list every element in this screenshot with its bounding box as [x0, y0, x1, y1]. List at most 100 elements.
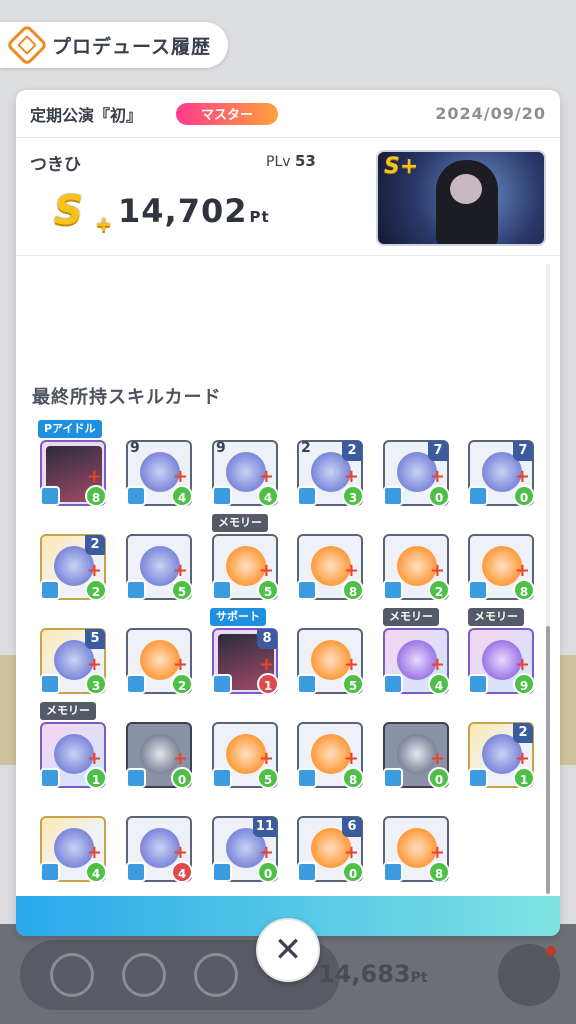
card-tag-support: サポート — [210, 608, 266, 626]
idol-face — [450, 174, 482, 204]
card-type-icon — [297, 486, 317, 506]
menu-icon — [498, 944, 560, 1006]
plv-value: 53 — [294, 152, 316, 170]
score-value: 14,702 — [118, 192, 248, 230]
skill-card[interactable]: +6 0 — [297, 816, 364, 883]
upgrade-plus-icon: + — [429, 654, 445, 675]
skill-card[interactable]: +1 — [40, 722, 107, 789]
card-type-icon — [212, 862, 232, 882]
card-tag-memory: メモリー — [383, 608, 439, 626]
card-cost-badge: 5 — [257, 579, 279, 601]
card-tag-memory: メモリー — [212, 514, 268, 532]
screen-header: プロデュース履歴 — [0, 22, 228, 68]
card-type-icon — [126, 674, 146, 694]
skill-card[interactable]: +2 — [383, 534, 450, 601]
card-cost-badge: 9 — [513, 673, 535, 695]
card-cost-badge: 8 — [342, 767, 364, 789]
upgrade-plus-icon: + — [429, 842, 445, 863]
card-type-icon — [126, 768, 146, 788]
card-type-icon — [297, 580, 317, 600]
scroll-area[interactable]: 最終所持スキルカード Pアイドル +8 +9 4 +9 4 +2 2 3 +7 0 +7 0 +2 2 +5 メ… — [16, 260, 560, 896]
skill-card[interactable]: +8 — [468, 534, 535, 601]
skill-card[interactable]: +5 — [126, 534, 193, 601]
skill-card[interactable]: +8 1 — [212, 628, 279, 695]
skill-card[interactable]: +8 — [297, 722, 364, 789]
card-type-icon — [40, 862, 60, 882]
card-cost-badge: 1 — [257, 673, 279, 695]
skill-card[interactable]: +9 4 — [126, 440, 193, 507]
card-cost-badge: 4 — [257, 485, 279, 507]
skill-card[interactable]: +8 — [297, 534, 364, 601]
card-tag-memory: メモリー — [40, 702, 96, 720]
card-cost-badge: 1 — [513, 767, 535, 789]
skill-card[interactable]: +0 — [126, 722, 193, 789]
skill-card[interactable]: +5 — [212, 534, 279, 601]
card-cost-badge: 5 — [257, 767, 279, 789]
upgrade-plus-icon: + — [514, 466, 530, 487]
skill-card[interactable]: +7 0 — [383, 440, 450, 507]
card-type-icon — [468, 486, 488, 506]
card-type-icon — [383, 486, 403, 506]
card-cost-badge: 0 — [428, 485, 450, 507]
card-count-badge: 6 — [342, 817, 362, 837]
upgrade-plus-icon: + — [258, 748, 274, 769]
upgrade-plus-icon: + — [86, 748, 102, 769]
produce-logo-icon — [5, 23, 49, 67]
skill-card[interactable]: +2 2 3 — [297, 440, 364, 507]
skill-card[interactable]: +9 — [468, 628, 535, 695]
card-cost-badge: 4 — [171, 861, 193, 883]
skill-card[interactable]: +7 0 — [468, 440, 535, 507]
card-type-icon — [126, 862, 146, 882]
card-cost-badge: 4 — [428, 673, 450, 695]
upgrade-plus-icon: + — [86, 842, 102, 863]
upgrade-plus-icon: + — [258, 842, 274, 863]
card-type-icon — [297, 674, 317, 694]
skill-card[interactable]: +4 — [126, 816, 193, 883]
skill-card[interactable]: +4 — [383, 628, 450, 695]
upgrade-plus-icon: + — [429, 466, 445, 487]
card-type-icon — [126, 580, 146, 600]
card-cost-badge: 2 — [428, 579, 450, 601]
skill-card[interactable]: +2 — [126, 628, 193, 695]
card-cost-badge: 3 — [342, 485, 364, 507]
skill-cards-title: 最終所持スキルカード — [32, 387, 222, 408]
skill-card[interactable]: +0 — [383, 722, 450, 789]
card-cost-badge: 5 — [342, 673, 364, 695]
card-type-icon — [40, 486, 60, 506]
skill-card[interactable]: +2 1 — [468, 722, 535, 789]
idol-thumbnail[interactable]: S+ — [376, 150, 546, 246]
close-button[interactable]: ✕ — [256, 918, 320, 982]
record-header: 定期公演『初』 マスター 2024/09/20 — [16, 90, 560, 138]
card-cost-badge: 8 — [428, 861, 450, 883]
upgrade-plus-icon: + — [429, 560, 445, 581]
skill-card[interactable]: +9 4 — [212, 440, 279, 507]
skill-card[interactable]: +8 — [40, 440, 107, 507]
card-count-left: 2 — [301, 440, 311, 456]
upgrade-plus-icon: + — [343, 842, 359, 863]
upgrade-plus-icon: + — [514, 748, 530, 769]
upgrade-plus-icon: + — [172, 654, 188, 675]
card-count-badge: 2 — [85, 535, 105, 555]
produce-history-panel: 定期公演『初』 マスター 2024/09/20 つきひ PLv 53 S + 14… — [16, 90, 560, 936]
card-count-badge: 2 — [513, 723, 533, 743]
card-cost-badge: 2 — [171, 673, 193, 695]
skill-card-grid: Pアイドル +8 +9 4 +9 4 +2 2 3 +7 0 +7 0 +2 2 +5 メモリー +5 +8 +2 +8… — [38, 420, 540, 890]
upgrade-plus-icon: + — [343, 748, 359, 769]
score-unit: Pt — [249, 208, 270, 226]
card-count-badge: 2 — [342, 441, 362, 461]
result-summary: つきひ PLv 53 S + 14,702 Pt S+ — [16, 138, 560, 256]
skill-card[interactable]: +11 0 — [212, 816, 279, 883]
card-cost-badge: 1 — [85, 767, 107, 789]
close-icon: ✕ — [273, 930, 303, 970]
plv-label: PLv — [266, 154, 291, 170]
scrollbar-thumb[interactable] — [546, 626, 550, 894]
skill-card[interactable]: +5 — [297, 628, 364, 695]
skill-card[interactable]: +5 — [212, 722, 279, 789]
skill-card[interactable]: +4 — [40, 816, 107, 883]
skill-card[interactable]: +2 2 — [40, 534, 107, 601]
card-type-icon — [468, 768, 488, 788]
skill-card[interactable]: +5 3 — [40, 628, 107, 695]
skill-card[interactable]: +8 — [383, 816, 450, 883]
idol-name: つきひ — [30, 155, 81, 175]
card-cost-badge: 0 — [428, 767, 450, 789]
